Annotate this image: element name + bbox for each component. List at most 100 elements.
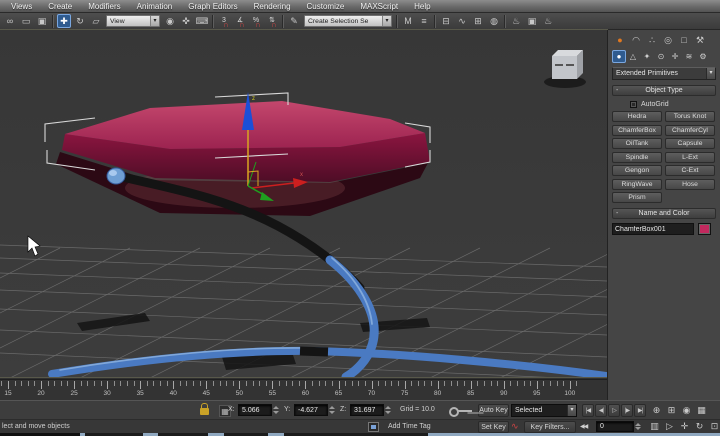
menu-graph-editors[interactable]: Graph Editors: [180, 0, 245, 13]
select-and-manipulate-icon[interactable]: ✜: [179, 14, 193, 28]
z-coordinate-field[interactable]: 31.697: [350, 404, 384, 416]
primitive-button-oiltank[interactable]: OilTank: [612, 138, 662, 149]
isolate-selection-icon[interactable]: [368, 422, 379, 432]
subcategory-helpers-icon[interactable]: ✛: [668, 50, 682, 63]
rendered-frame-window-icon[interactable]: ▣: [525, 14, 539, 28]
primitive-button-l-ext[interactable]: L-Ext: [665, 152, 715, 163]
primitive-category-dropdown[interactable]: Extended Primitives: [612, 67, 716, 80]
primitive-button-torus-knot[interactable]: Torus Knot: [665, 111, 715, 122]
tab-create-icon[interactable]: ●: [612, 33, 628, 47]
x-spinner[interactable]: [273, 404, 280, 416]
render-production-icon[interactable]: ♨: [541, 14, 555, 28]
rectangular-selection-region-icon[interactable]: ▣: [35, 14, 49, 28]
angle-snap-toggle-icon[interactable]: ∡: [233, 14, 247, 28]
menu-modifiers[interactable]: Modifiers: [80, 0, 128, 13]
schematic-view-icon[interactable]: ⊞: [471, 14, 485, 28]
reference-coordinate-system-dropdown[interactable]: View: [106, 15, 160, 27]
object-type-rollout-header[interactable]: Object Type: [612, 85, 716, 96]
object-color-swatch[interactable]: [698, 223, 711, 235]
object-name-field[interactable]: [612, 223, 694, 235]
time-slider-track-bar[interactable]: 1520253035404550556065707580859095100: [0, 379, 607, 400]
primitive-button-c-ext[interactable]: C-Ext: [665, 165, 715, 176]
perspective-viewport[interactable]: z x: [0, 30, 607, 377]
next-frame-button[interactable]: |▶: [621, 404, 633, 417]
primitive-button-hedra[interactable]: Hedra: [612, 111, 662, 122]
dropdown-arrow-icon[interactable]: [382, 16, 391, 26]
tab-motion-icon[interactable]: ◎: [660, 33, 676, 47]
menu-customize[interactable]: Customize: [299, 0, 353, 13]
pan-hand-button[interactable]: ✛: [678, 420, 691, 433]
curve-editor-icon[interactable]: ∿: [455, 14, 469, 28]
zoom-extents-all-button[interactable]: ▦: [695, 404, 708, 417]
go-to-start-button[interactable]: |◀: [582, 404, 594, 417]
subcategory-lights-icon[interactable]: ✦: [640, 50, 654, 63]
y-spinner[interactable]: [329, 404, 336, 416]
time-mode-dropdown[interactable]: Selected: [511, 404, 577, 417]
key-filters-button[interactable]: Key Filters...: [524, 421, 576, 433]
primitive-button-hose[interactable]: Hose: [665, 179, 715, 190]
auto-key-button[interactable]: Auto Key: [478, 404, 509, 417]
dropdown-arrow-icon[interactable]: [567, 405, 576, 416]
render-setup-icon[interactable]: ♨: [509, 14, 523, 28]
menu-views[interactable]: Views: [3, 0, 40, 13]
select-and-rotate-icon[interactable]: ↻: [73, 14, 87, 28]
orbit-button[interactable]: ↻: [693, 420, 706, 433]
maximize-viewport-toggle-button[interactable]: ⊡: [708, 420, 720, 433]
primitive-button-gengon[interactable]: Gengon: [612, 165, 662, 176]
autogrid-checkbox[interactable]: [630, 101, 637, 108]
menu-animation[interactable]: Animation: [129, 0, 181, 13]
mirror-icon[interactable]: M: [401, 14, 415, 28]
previous-frame-button[interactable]: ◀|: [595, 404, 607, 417]
primitive-button-prism[interactable]: Prism: [612, 192, 662, 203]
z-spinner[interactable]: [385, 404, 392, 416]
tab-hierarchy-icon[interactable]: ∴: [644, 33, 660, 47]
subcategory-cameras-icon[interactable]: ⊙: [654, 50, 668, 63]
frame-spinner[interactable]: [635, 421, 642, 432]
use-pivot-point-center-icon[interactable]: ◉: [163, 14, 177, 28]
zoom-all-button[interactable]: ⊞: [665, 404, 678, 417]
selection-lock-icon[interactable]: [200, 408, 209, 415]
tab-display-icon[interactable]: □: [676, 33, 692, 47]
menu-maxscript[interactable]: MAXScript: [352, 0, 406, 13]
subcategory-geometry-icon[interactable]: ●: [612, 50, 626, 63]
menu-create[interactable]: Create: [40, 0, 80, 13]
select-and-scale-icon[interactable]: ▱: [89, 14, 103, 28]
align-icon[interactable]: ≡: [417, 14, 431, 28]
edit-named-selection-sets-icon[interactable]: ✎: [287, 14, 301, 28]
primitive-button-chamfercyl[interactable]: ChamferCyl: [665, 125, 715, 136]
dropdown-arrow-icon[interactable]: [706, 68, 715, 79]
go-to-end-button[interactable]: ▶|: [634, 404, 646, 417]
subcategory-space-warps-icon[interactable]: ≋: [682, 50, 696, 63]
y-coordinate-field[interactable]: -4.627: [294, 404, 328, 416]
layer-manager-icon[interactable]: ⊟: [439, 14, 453, 28]
keyboard-shortcut-override-icon[interactable]: ⌨: [195, 14, 209, 28]
subcategory-shapes-icon[interactable]: △: [626, 50, 640, 63]
material-editor-icon[interactable]: ◍: [487, 14, 501, 28]
dropdown-arrow-icon[interactable]: [150, 16, 159, 26]
x-coordinate-field[interactable]: 5.066: [238, 404, 272, 416]
name-color-rollout-header[interactable]: Name and Color: [612, 208, 716, 219]
tab-modify-icon[interactable]: ◠: [628, 33, 644, 47]
new-key-filter-curve-icon[interactable]: ∿: [511, 421, 519, 432]
pan-zoom-2d-button[interactable]: ▥: [648, 420, 661, 433]
spinner-snap-toggle-icon[interactable]: ⇅: [265, 14, 279, 28]
primitive-button-capsule[interactable]: Capsule: [665, 138, 715, 149]
add-time-tag[interactable]: Add Time Tag: [388, 423, 431, 430]
primitive-button-spindle[interactable]: Spindle: [612, 152, 662, 163]
named-selection-sets-dropdown[interactable]: Create Selection Se: [304, 15, 392, 27]
zoom-button[interactable]: ⊕: [650, 404, 663, 417]
tab-utilities-icon[interactable]: ⚒: [692, 33, 708, 47]
subcategory-systems-icon[interactable]: ⚙: [696, 50, 710, 63]
unlink-selection-icon[interactable]: ▭: [19, 14, 33, 28]
set-keys-icon[interactable]: [449, 406, 475, 417]
play-animation-button[interactable]: ▷: [608, 404, 620, 417]
menu-help[interactable]: Help: [406, 0, 438, 13]
percent-snap-toggle-icon[interactable]: %: [249, 14, 263, 28]
walk-through-button[interactable]: ▷: [663, 420, 676, 433]
key-mode-toggle[interactable]: ◀◀: [580, 423, 587, 430]
select-and-link-icon[interactable]: ∞: [3, 14, 17, 28]
set-key-button[interactable]: Set Key: [478, 421, 509, 433]
current-frame-field[interactable]: 0: [596, 421, 634, 432]
zoom-extents-button[interactable]: ◉: [680, 404, 693, 417]
snaps-toggle-3d-icon[interactable]: 3: [217, 14, 231, 28]
